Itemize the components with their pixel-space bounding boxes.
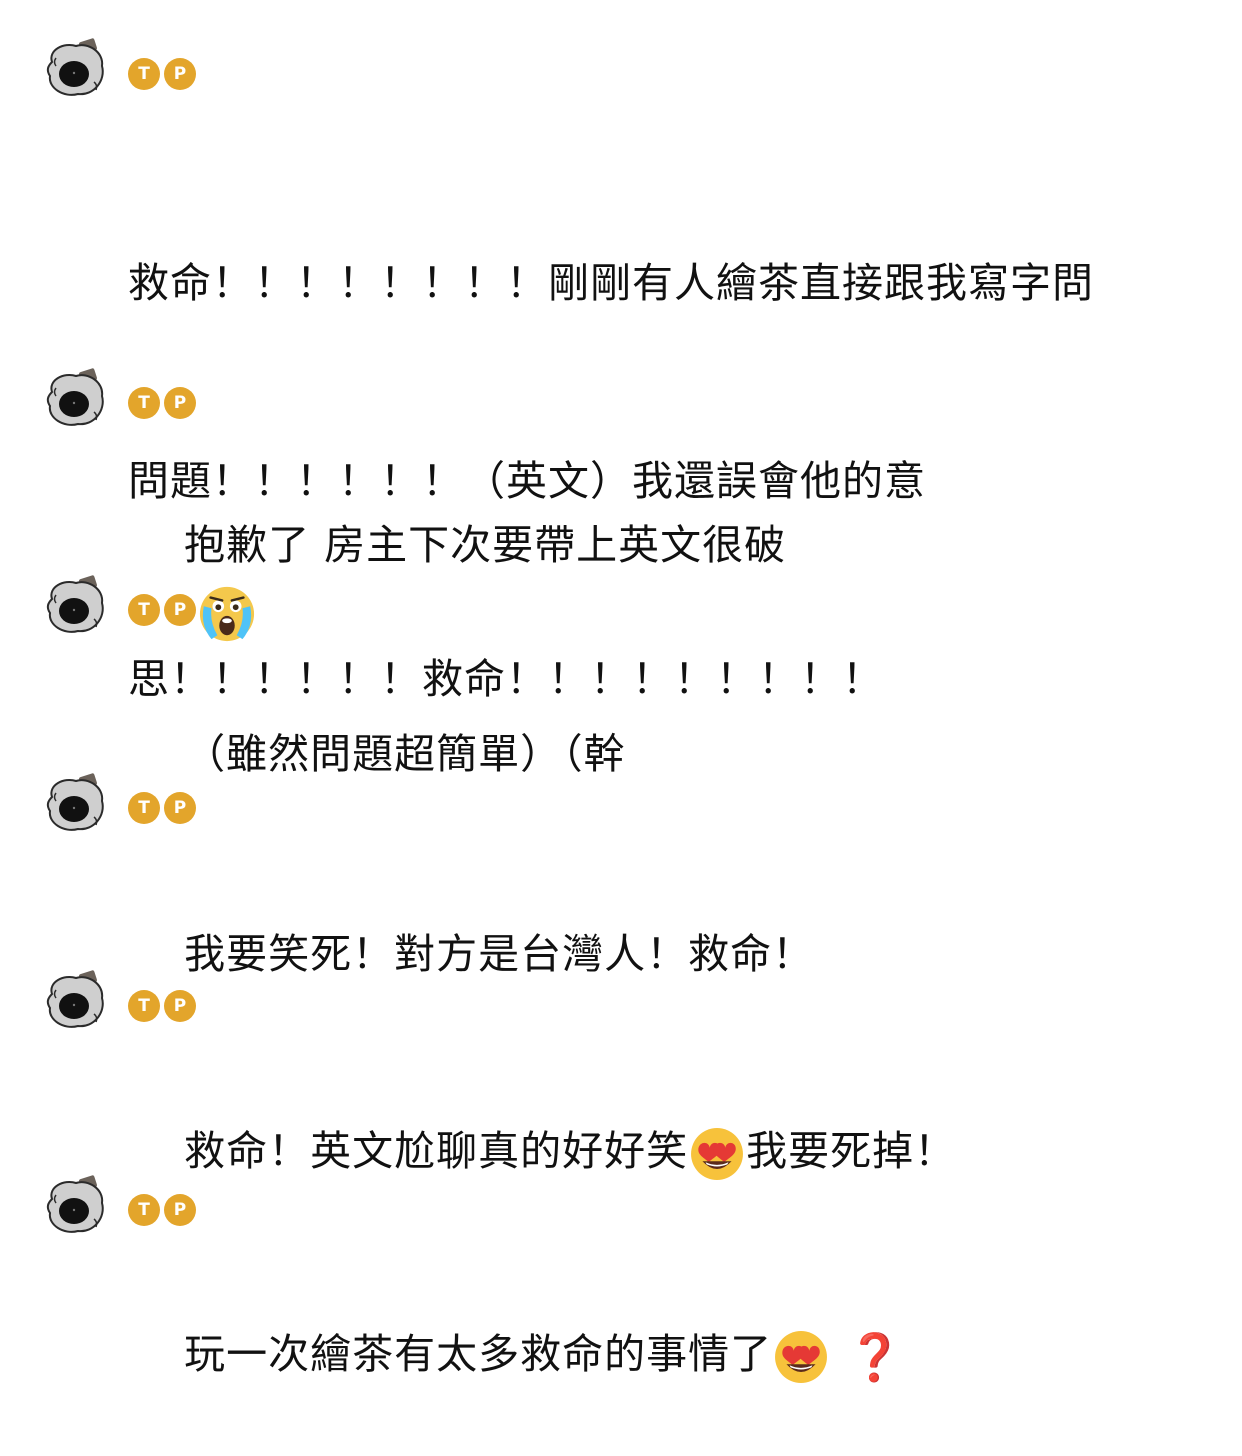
user-badge-p: P xyxy=(164,792,196,824)
user-badge-p: P xyxy=(164,990,196,1022)
heart-eyes-icon xyxy=(774,1330,828,1384)
user-badge-t: T xyxy=(128,1194,160,1226)
question-mark-icon: ❓ xyxy=(846,1330,905,1384)
message-text: （雖然問題超簡單）（幹 xyxy=(128,655,1188,853)
message-line: 救命！！！！！！！！剛剛有人繪茶直接跟我寫字問 xyxy=(128,259,1094,307)
user-badge-p: P xyxy=(164,387,196,419)
message-body: 我要死掉！ xyxy=(746,1127,957,1175)
user-badge-t: T xyxy=(128,792,160,824)
user-badges[interactable]: T P xyxy=(128,792,196,824)
user-badge-p: P xyxy=(164,1194,196,1226)
user-badge-p: P xyxy=(164,594,196,626)
user-avatar[interactable] xyxy=(42,36,108,102)
message-text: 救命！英文尬聊真的好好笑 我要死掉！ xyxy=(128,1052,1188,1250)
message-body: 我要笑死！對方是台灣人！救命！ xyxy=(184,930,815,978)
user-badges[interactable]: T P xyxy=(128,990,196,1022)
user-badge-t: T xyxy=(128,990,160,1022)
user-badge-p: P xyxy=(164,58,196,90)
user-avatar[interactable] xyxy=(42,771,108,837)
user-badge-t: T xyxy=(128,387,160,419)
user-avatar[interactable] xyxy=(42,366,108,432)
user-avatar[interactable] xyxy=(42,1173,108,1239)
user-badge-t: T xyxy=(128,58,160,90)
message-text: 我要笑死！對方是台灣人！救命！ xyxy=(128,855,1188,1053)
message-body: 玩一次繪茶有太多救命的事情了 xyxy=(184,1330,773,1378)
user-badges[interactable]: T P xyxy=(128,594,196,626)
user-avatar[interactable] xyxy=(42,968,108,1034)
user-badges[interactable]: T P xyxy=(128,58,196,90)
message-body: 救命！英文尬聊真的好好笑 xyxy=(184,1127,689,1175)
user-badge-t: T xyxy=(128,594,160,626)
message-body: （雖然問題超簡單）（幹 xyxy=(184,730,626,778)
heart-eyes-icon xyxy=(690,1127,744,1181)
loudly-crying-face-icon xyxy=(198,585,256,643)
message-text: 玩一次繪茶有太多救命的事情了 ❓ xyxy=(128,1255,1188,1456)
message-body: 抱歉了 房主下次要帶上英文很破 xyxy=(184,521,787,569)
user-avatar[interactable] xyxy=(42,573,108,639)
user-badges[interactable]: T P xyxy=(128,387,196,419)
user-badges[interactable]: T P xyxy=(128,1194,196,1226)
